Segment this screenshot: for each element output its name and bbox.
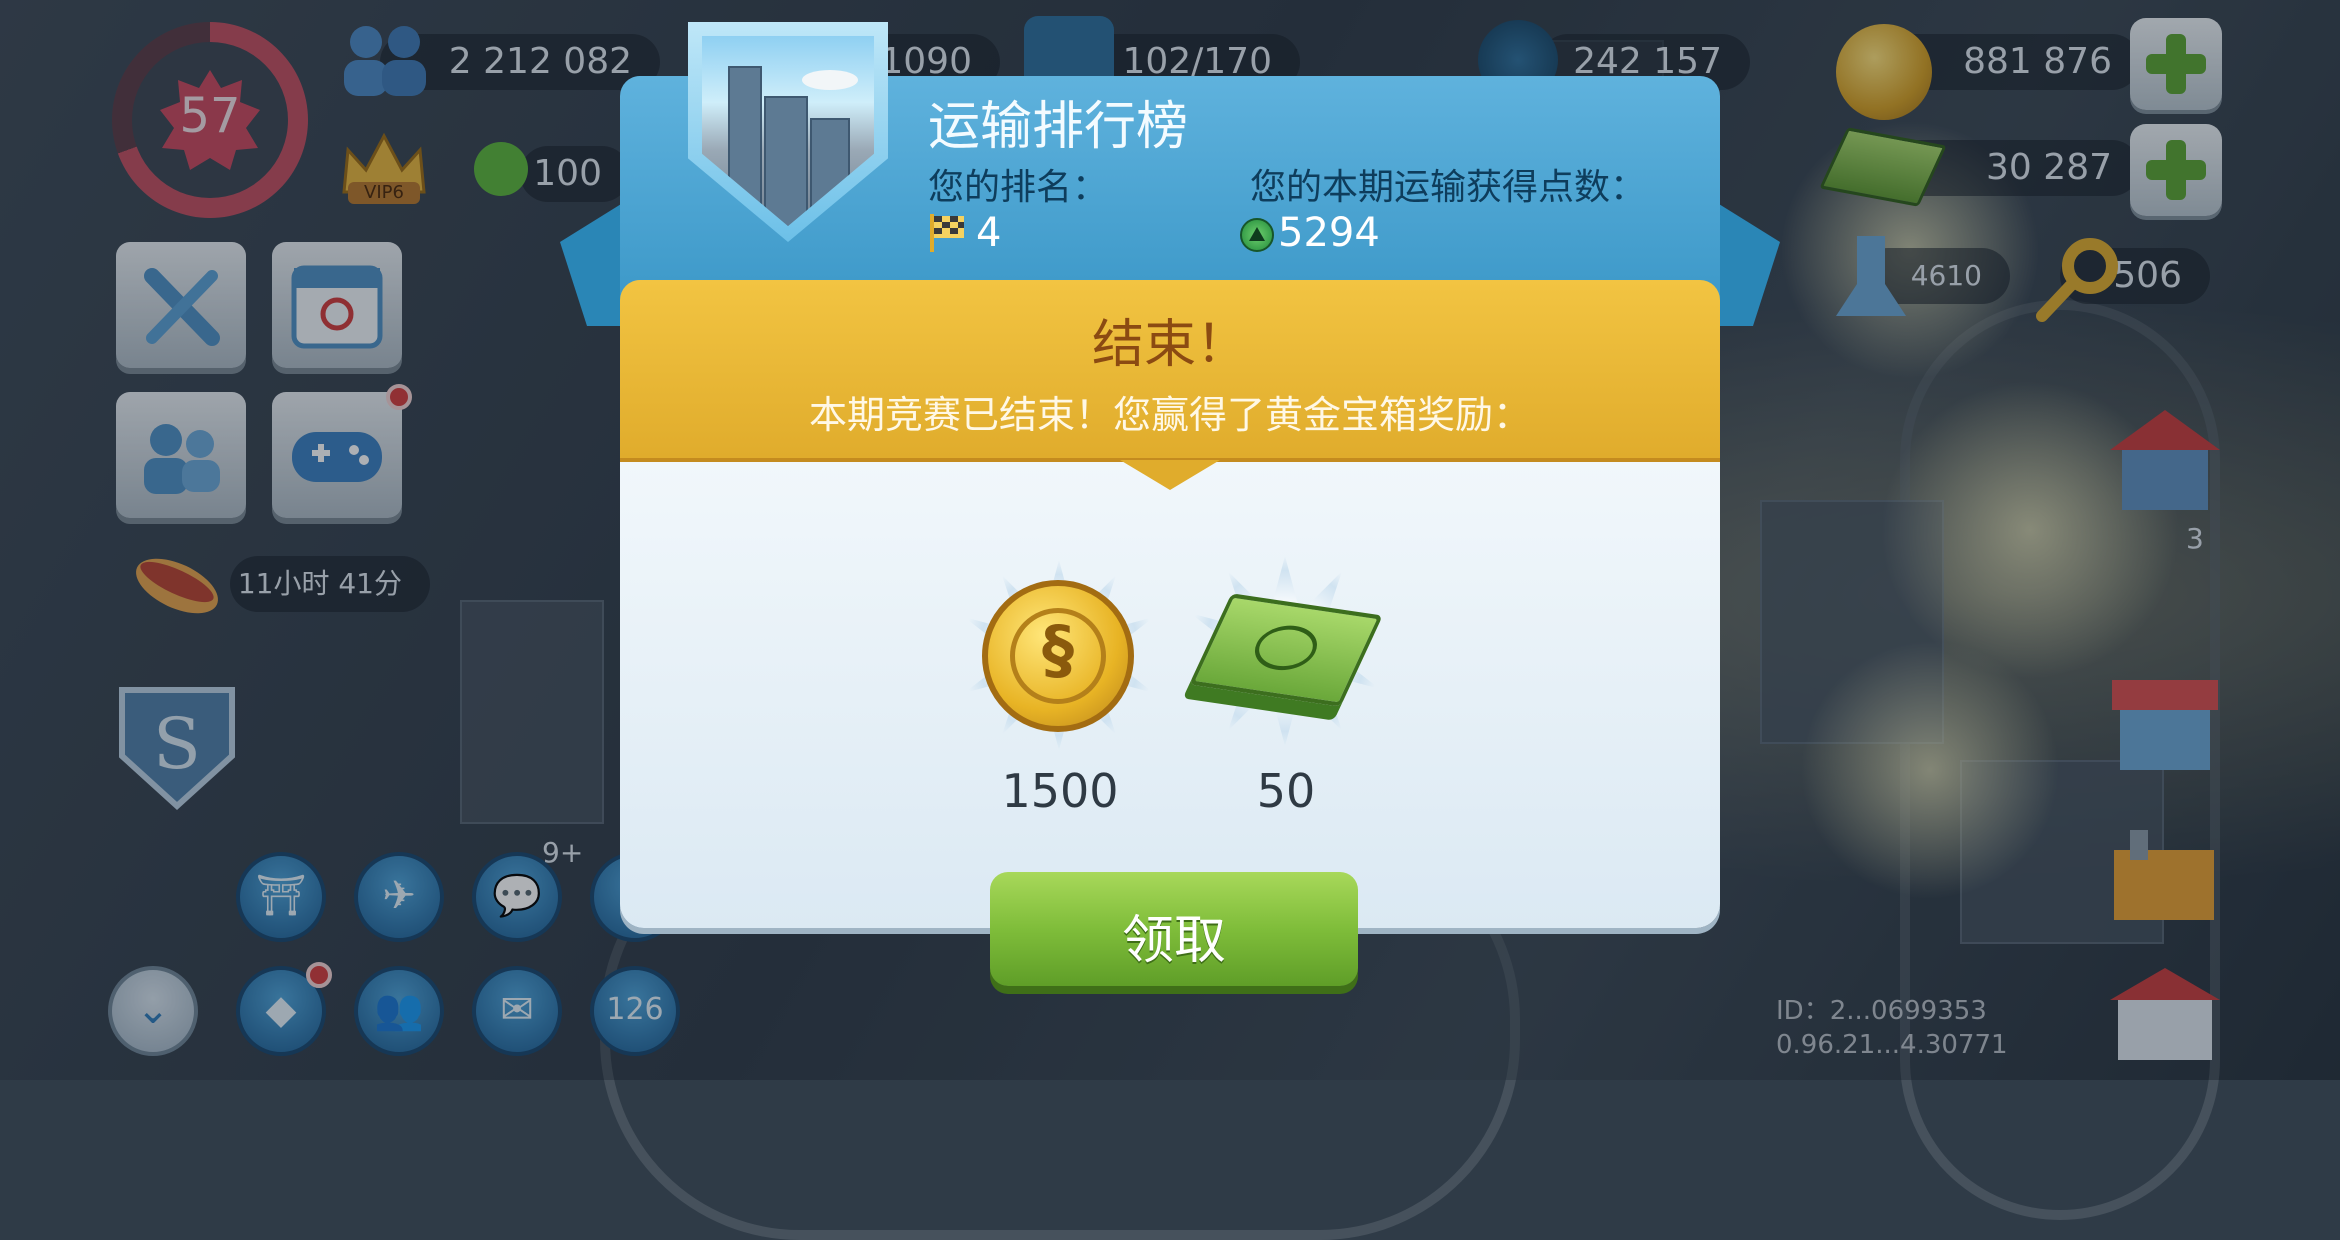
- reward-amount-simcash: 50: [1256, 764, 1316, 818]
- rank-value: 4: [976, 210, 1002, 256]
- claim-button-label: 领取: [1121, 911, 1226, 971]
- tower: [764, 96, 808, 226]
- simoleon-symbol: §: [1042, 614, 1074, 688]
- reward-amount-simoleons: 1500: [1001, 764, 1119, 818]
- simoleon-coin-icon: §: [982, 580, 1134, 732]
- end-title: 结束！: [1091, 315, 1248, 375]
- points-label: 您的本期运输获得点数：: [1250, 167, 1647, 208]
- points-value: 5294: [1278, 210, 1380, 256]
- bill-emblem: [1246, 621, 1326, 674]
- blimp: [802, 70, 858, 90]
- rank-label: 您的排名：: [928, 167, 1109, 208]
- end-message: 本期竞赛已结束！您赢得了黄金宝箱奖励：: [808, 393, 1531, 437]
- checkered-flag-icon: [930, 214, 964, 252]
- dialog-title: 运输排行榜: [928, 97, 1189, 157]
- transport-leaderboard-dialog: 运输排行榜 您的排名： 您的本期运输获得点数： 4 5294 结束！ 本期竞赛已…: [0, 0, 2340, 1080]
- claim-button[interactable]: 领取: [990, 872, 1358, 986]
- rewards-panel: [620, 462, 1720, 928]
- transport-points-icon: [1240, 218, 1274, 252]
